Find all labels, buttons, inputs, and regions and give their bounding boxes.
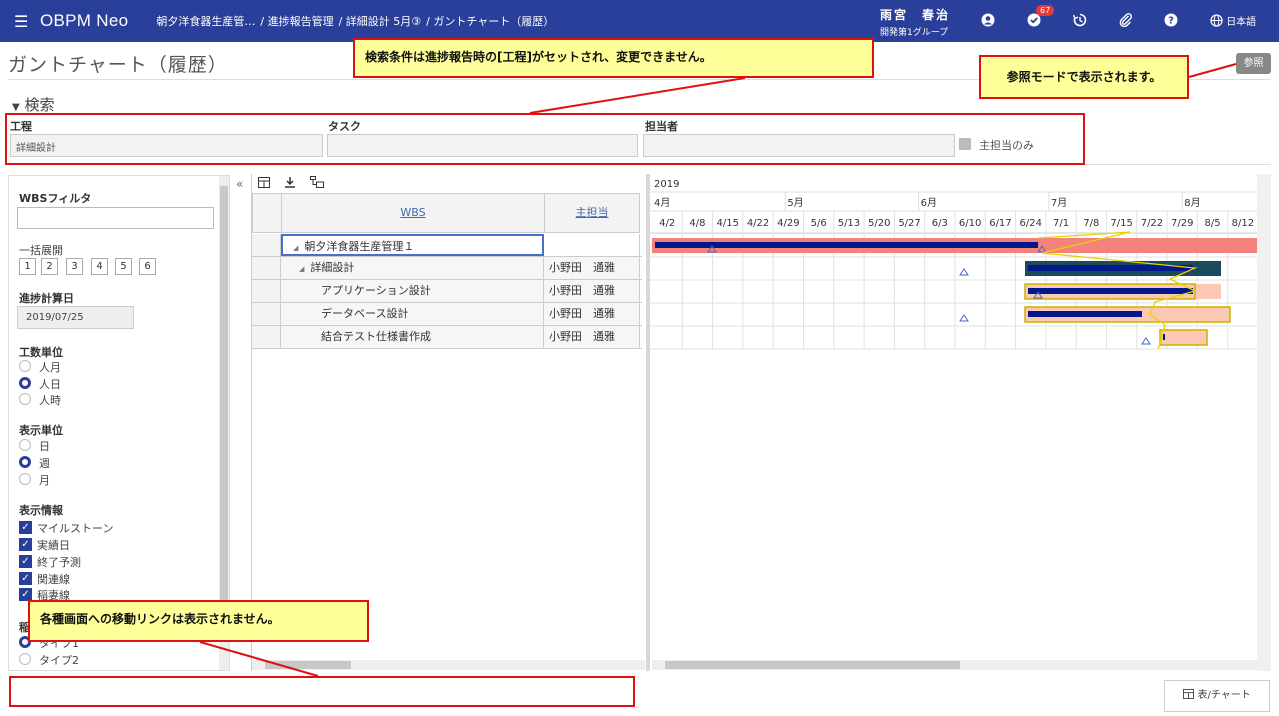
leader-line-link bbox=[199, 641, 319, 677]
leader-line-search bbox=[529, 77, 746, 114]
leader-line-reference bbox=[1188, 63, 1237, 78]
table-icon bbox=[1183, 689, 1195, 699]
table-chart-toggle-button[interactable]: 表/チャート bbox=[1164, 680, 1270, 712]
table-chart-label: 表/チャート bbox=[1197, 690, 1251, 701]
callout-leader-lines bbox=[199, 63, 1237, 677]
